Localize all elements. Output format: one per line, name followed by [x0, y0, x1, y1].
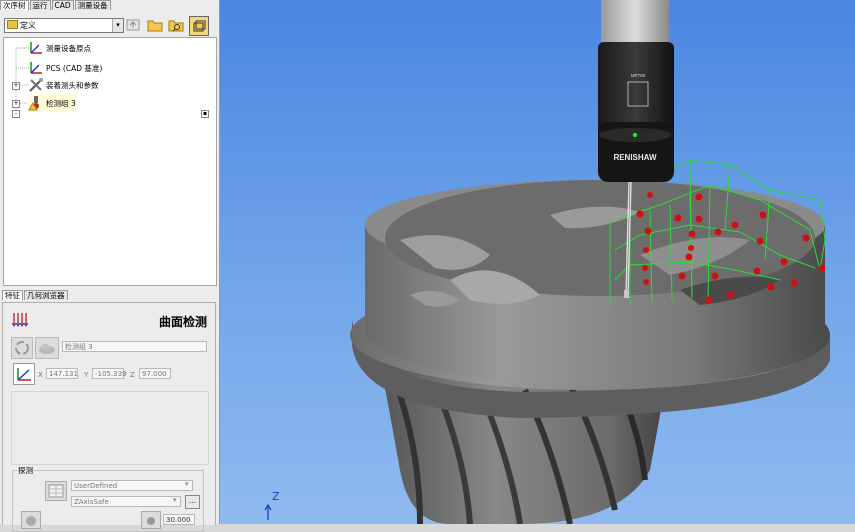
3d-viewport[interactable]: MP700 RENISHAW Z: [220, 0, 855, 524]
chevron-down-icon[interactable]: ▾: [112, 19, 123, 32]
tab-run[interactable]: 运行: [29, 0, 51, 10]
distance-button[interactable]: [141, 511, 161, 529]
layer-button[interactable]: [189, 16, 209, 36]
search-folder-button[interactable]: [167, 16, 185, 34]
probe-group-label: 探测: [17, 465, 34, 476]
cloud-icon: [39, 344, 55, 354]
probe-group: 探测 UserDefined ▾ ZAxisSafe ▾ ... 30.000: [12, 465, 204, 532]
y-label: Y: [84, 371, 89, 379]
more-button[interactable]: ...: [185, 495, 200, 509]
definition-combo[interactable]: 定义 ▾: [4, 18, 124, 33]
combo-value: 定义: [20, 21, 36, 30]
y-field[interactable]: -105.339: [92, 368, 126, 379]
cloud-button[interactable]: [35, 337, 59, 359]
probe-axis-select[interactable]: ZAxisSafe: [71, 496, 181, 507]
coordinate-axes-icon: [17, 368, 31, 381]
axis-label: Z: [272, 490, 280, 503]
probe-model-label: MP700: [631, 73, 646, 78]
coordinate-axes-icon: [30, 42, 42, 54]
status-led: [632, 132, 638, 138]
marker-icon: ▪: [201, 110, 209, 118]
warning-probe-icon: [28, 96, 39, 111]
tree-item-label: 测量设备原点: [46, 43, 91, 53]
tree-item-label: 装着测头和参数: [46, 80, 99, 90]
chevron-down-icon[interactable]: ▾: [173, 496, 177, 504]
feature-title: 曲面检测: [158, 315, 207, 329]
recycle-button[interactable]: [11, 337, 33, 359]
tree-toolbar: 定义 ▾: [2, 14, 216, 36]
feature-tabs: 特征 几何浏览器: [2, 290, 69, 300]
probe-settings-button[interactable]: [45, 481, 67, 501]
chevron-down-icon[interactable]: ▾: [185, 480, 189, 488]
probe-brand-label: RENISHAW: [613, 153, 657, 162]
gear-icon: [147, 517, 155, 525]
tree-item-label: PCS (CAD 基准): [46, 63, 103, 73]
coordinate-picker-button[interactable]: [13, 363, 35, 385]
coordinate-axes-icon: [30, 62, 42, 74]
tree-item-inspection-group[interactable]: 检测组 3: [28, 94, 76, 112]
tree-item-device-origin[interactable]: 测量设备原点: [28, 39, 91, 57]
tree-item-probe-params[interactable]: 装着测头和参数: [28, 76, 99, 94]
stylus-tip: [624, 290, 629, 298]
folder-small-icon: [7, 20, 18, 29]
tab-measuring-device[interactable]: 测量设备: [74, 0, 111, 10]
search-folder-icon: [168, 20, 184, 32]
layer-icon: [193, 20, 206, 32]
up-button[interactable]: [124, 16, 142, 34]
open-folder-button[interactable]: [146, 16, 164, 34]
tab-cad[interactable]: CAD: [51, 0, 74, 10]
z-axis-arrow: [264, 503, 272, 520]
feature-name-field[interactable]: 检测组 3: [62, 341, 207, 352]
left-panel: 次序树 运行 CAD 测量设备 定义 ▾ 测量设备原点 PCS (CAD 基准)…: [0, 0, 220, 532]
expand-icon[interactable]: +: [12, 82, 20, 90]
x-label: X: [38, 371, 43, 379]
probe-tip-icon: [26, 516, 36, 526]
probe-table-icon: [48, 484, 64, 498]
z-label: Z: [130, 371, 135, 379]
impeller-scene: MP700 RENISHAW: [264, 0, 830, 524]
expand-icon[interactable]: +: [12, 100, 20, 108]
probe-mode-select[interactable]: UserDefined: [71, 480, 193, 491]
properties-box: [11, 391, 209, 465]
distance-field[interactable]: 30.000: [163, 514, 195, 525]
x-field[interactable]: 147.131: [46, 368, 78, 379]
z-field[interactable]: 97.000: [139, 368, 171, 379]
probe-tip-button[interactable]: [21, 511, 41, 529]
recycle-icon: [15, 341, 29, 355]
tree-item-pcs[interactable]: PCS (CAD 基准): [28, 59, 102, 77]
collapse-icon[interactable]: -: [12, 110, 20, 118]
tab-sequence-tree[interactable]: 次序树: [0, 0, 29, 10]
tree-item-label: 检测组 3: [46, 98, 76, 108]
tab-geometry-browser[interactable]: 几何浏览器: [24, 290, 68, 300]
sequence-tree[interactable]: 测量设备原点 PCS (CAD 基准) + 装着测头和参数 + 检测组 3 - …: [3, 37, 217, 286]
folder-icon: [147, 20, 163, 32]
tab-feature[interactable]: 特征: [2, 290, 23, 300]
up-icon: [126, 19, 140, 31]
top-tabs: 次序树 运行 CAD 测量设备: [0, 0, 112, 10]
tools-icon: [29, 78, 43, 92]
surface-inspection-icon: [11, 313, 29, 327]
spindle: [601, 0, 669, 42]
